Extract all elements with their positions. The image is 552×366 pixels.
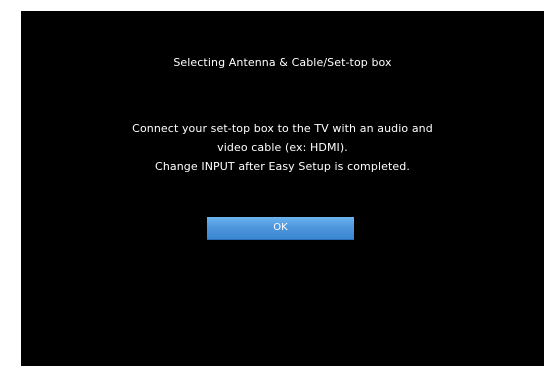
ok-button[interactable]: OK [207,217,354,240]
dialog-message: Connect your set-top box to the TV with … [21,119,544,176]
message-line-3: Change INPUT after Easy Setup is complet… [155,160,410,173]
message-line-1: Connect your set-top box to the TV with … [132,122,433,135]
dialog-title: Selecting Antenna & Cable/Set-top box [173,56,392,69]
tv-screen: Selecting Antenna & Cable/Set-top box Co… [21,11,544,366]
message-line-2: video cable (ex: HDMI). [217,141,348,154]
